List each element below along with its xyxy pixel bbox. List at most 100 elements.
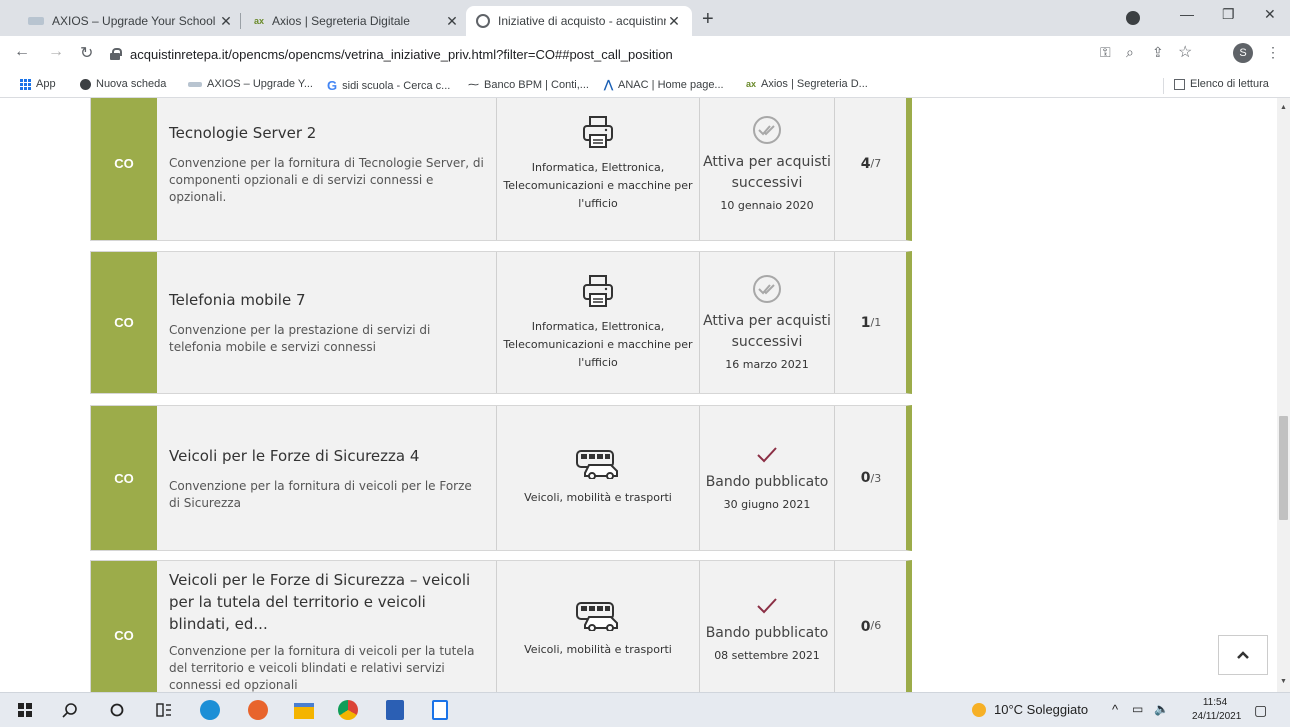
chrome-icon[interactable] [338, 700, 358, 720]
scroll-thumb[interactable] [1279, 416, 1288, 520]
back-arrow-icon[interactable]: ← [14, 43, 30, 61]
window-close-icon[interactable]: ✕ [1264, 6, 1276, 23]
bookmark-sidi[interactable]: G sidi scuola - Cerca c... [327, 78, 450, 93]
bookmark-bpm[interactable]: ⁓ Banco BPM | Conti,... [468, 78, 589, 92]
axios-segreteria-icon: ax [746, 79, 757, 89]
clock-date: 24/11/2021 [1192, 711, 1242, 722]
menu-dots-icon[interactable]: ⋮ [1266, 44, 1280, 61]
card-title[interactable]: Tecnologie Server 2 [169, 122, 485, 144]
restore-icon[interactable]: ❐ [1222, 6, 1235, 23]
vehicles-icon [576, 450, 618, 479]
status-text: Bando pubblicato [705, 473, 829, 490]
count-number: 1 [860, 314, 871, 331]
tab-title: AXIOS – Upgrade Your School [52, 14, 216, 28]
card-main: Veicoli per le Forze di Sicurezza 4 Conv… [157, 406, 497, 550]
close-icon[interactable]: ✕ [444, 13, 460, 30]
card-description: Convenzione per la fornitura di Tecnolog… [169, 155, 484, 204]
back-to-top-button[interactable] [1218, 635, 1268, 675]
bookmark-label: sidi scuola - Cerca c... [342, 79, 451, 92]
star-icon[interactable]: ☆ [1178, 42, 1192, 62]
sun-weather-icon[interactable] [972, 703, 986, 717]
lot-count: 4/7 [834, 98, 907, 240]
type-badge: CO [91, 252, 157, 393]
bpm-icon: ⁓ [468, 79, 479, 91]
file-explorer-icon[interactable] [294, 703, 314, 719]
lot-count: 0/6 [834, 561, 907, 692]
bookmark-apps[interactable]: App [20, 78, 56, 90]
system-clock[interactable]: 11:54 24/11/2021 [1192, 696, 1242, 724]
tab-iniziative[interactable]: Iniziative di acquisto - acquistinre ✕ [466, 6, 692, 36]
minimize-icon[interactable]: — [1180, 6, 1194, 22]
bookmark-axios-segreteria[interactable]: ax Axios | Segreteria D... [746, 78, 868, 90]
weather-text[interactable]: 10°C Soleggiato [994, 702, 1088, 717]
notification-icon[interactable]: ▢ [1254, 702, 1267, 719]
count-number: 0 [860, 619, 871, 635]
card-status: Attiva per acquisti successivi 10 gennai… [699, 98, 834, 240]
tab-segreteria[interactable]: ax Axios | Segreteria Digitale ✕ [244, 6, 470, 36]
card-description: Convenzione per la fornitura di veicoli … [169, 478, 472, 510]
initiative-card[interactable]: CO Tecnologie Server 2 Convenzione per l… [90, 98, 912, 241]
edge-icon[interactable] [200, 700, 220, 720]
globe-icon [476, 14, 490, 28]
speaker-icon[interactable]: 🔈 [1154, 702, 1169, 716]
category-label: Informatica, Elettronica, Telecomunicazi… [503, 319, 693, 369]
profile-avatar[interactable]: S [1233, 43, 1253, 63]
address-bar[interactable]: acquistinretepa.it/opencms/opencms/vetri… [110, 40, 1150, 68]
task-view-icon[interactable] [156, 702, 172, 718]
card-status: Attiva per acquisti successivi 16 marzo … [699, 252, 834, 393]
bookmark-label: Axios | Segreteria D... [761, 78, 868, 90]
forward-arrow-icon[interactable]: → [48, 43, 64, 61]
axios-icon [188, 81, 202, 87]
card-description: Convenzione per la fornitura di veicoli … [169, 644, 475, 692]
card-description: Convenzione per la prestazione di serviz… [169, 323, 431, 354]
new-tab-button[interactable]: + [702, 8, 714, 31]
axios-favicon-icon [28, 17, 44, 25]
card-title[interactable]: Veicoli per le Forze di Sicurezza – veic… [169, 569, 485, 635]
initiative-card[interactable]: CO Veicoli per le Forze di Sicurezza – v… [90, 560, 912, 692]
close-icon[interactable]: ✕ [666, 13, 682, 30]
firefox-icon[interactable] [248, 700, 268, 720]
share-icon[interactable]: ⇪ [1152, 44, 1164, 61]
count-total: /1 [870, 316, 882, 329]
media-indicator-icon[interactable] [1126, 11, 1140, 25]
double-check-circle-icon [753, 274, 781, 303]
page-scrollbar[interactable]: ▲ ▼ [1277, 98, 1290, 692]
reload-icon[interactable]: ↻ [80, 43, 93, 63]
close-icon[interactable]: ✕ [218, 13, 234, 30]
status-date: 10 gennaio 2020 [720, 198, 814, 212]
card-title[interactable]: Telefonia mobile 7 [169, 289, 485, 311]
cortana-icon[interactable] [110, 703, 124, 717]
bookmarks-bar: App Nuova scheda AXIOS – Upgrade Y... G … [0, 72, 1290, 98]
scroll-down-arrow-icon[interactable]: ▼ [1280, 678, 1287, 685]
browser-toolbar: ← → ↻ acquistinretepa.it/opencms/opencms… [0, 36, 1290, 72]
zoom-icon[interactable]: ⌕ [1126, 44, 1134, 61]
card-title[interactable]: Veicoli per le Forze di Sicurezza 4 [169, 445, 485, 467]
tab-bar: AXIOS – Upgrade Your School ✕ ax Axios |… [0, 0, 1290, 36]
initiative-card[interactable]: CO Telefonia mobile 7 Convenzione per la… [90, 251, 912, 394]
bookmark-anac[interactable]: ⋀ ANAC | Home page... [604, 78, 724, 92]
network-icon[interactable]: ▭ [1132, 702, 1143, 716]
bookmark-nuova-scheda[interactable]: Nuova scheda [80, 78, 166, 90]
chevron-up-tray-icon[interactable]: ^ [1112, 702, 1118, 717]
tab-axios[interactable]: AXIOS – Upgrade Your School ✕ [18, 6, 244, 36]
word-icon[interactable] [386, 700, 404, 720]
vehicles-icon [576, 602, 618, 631]
axios-favicon-icon: ax [254, 16, 265, 26]
bookmark-label: Nuova scheda [96, 78, 167, 90]
key-icon[interactable]: ⚿ [1100, 44, 1111, 61]
url-text[interactable]: acquistinretepa.it/opencms/opencms/vetri… [130, 47, 673, 62]
lock-icon[interactable] [110, 48, 122, 60]
reading-list[interactable]: Elenco di lettura [1174, 78, 1269, 90]
count-total: /7 [870, 157, 882, 170]
count-number: 4 [860, 155, 871, 172]
bookmark-label: Banco BPM | Conti,... [484, 78, 589, 91]
lot-count: 0/3 [834, 406, 907, 550]
search-icon[interactable] [62, 702, 78, 718]
windows-start-icon[interactable] [18, 703, 32, 717]
printer-icon [583, 274, 613, 307]
type-badge: CO [91, 98, 157, 240]
bookmark-axios[interactable]: AXIOS – Upgrade Y... [188, 78, 313, 90]
scroll-up-arrow-icon[interactable]: ▲ [1280, 104, 1287, 111]
initiative-card[interactable]: CO Veicoli per le Forze di Sicurezza 4 C… [90, 405, 912, 551]
document-icon[interactable] [432, 700, 448, 720]
